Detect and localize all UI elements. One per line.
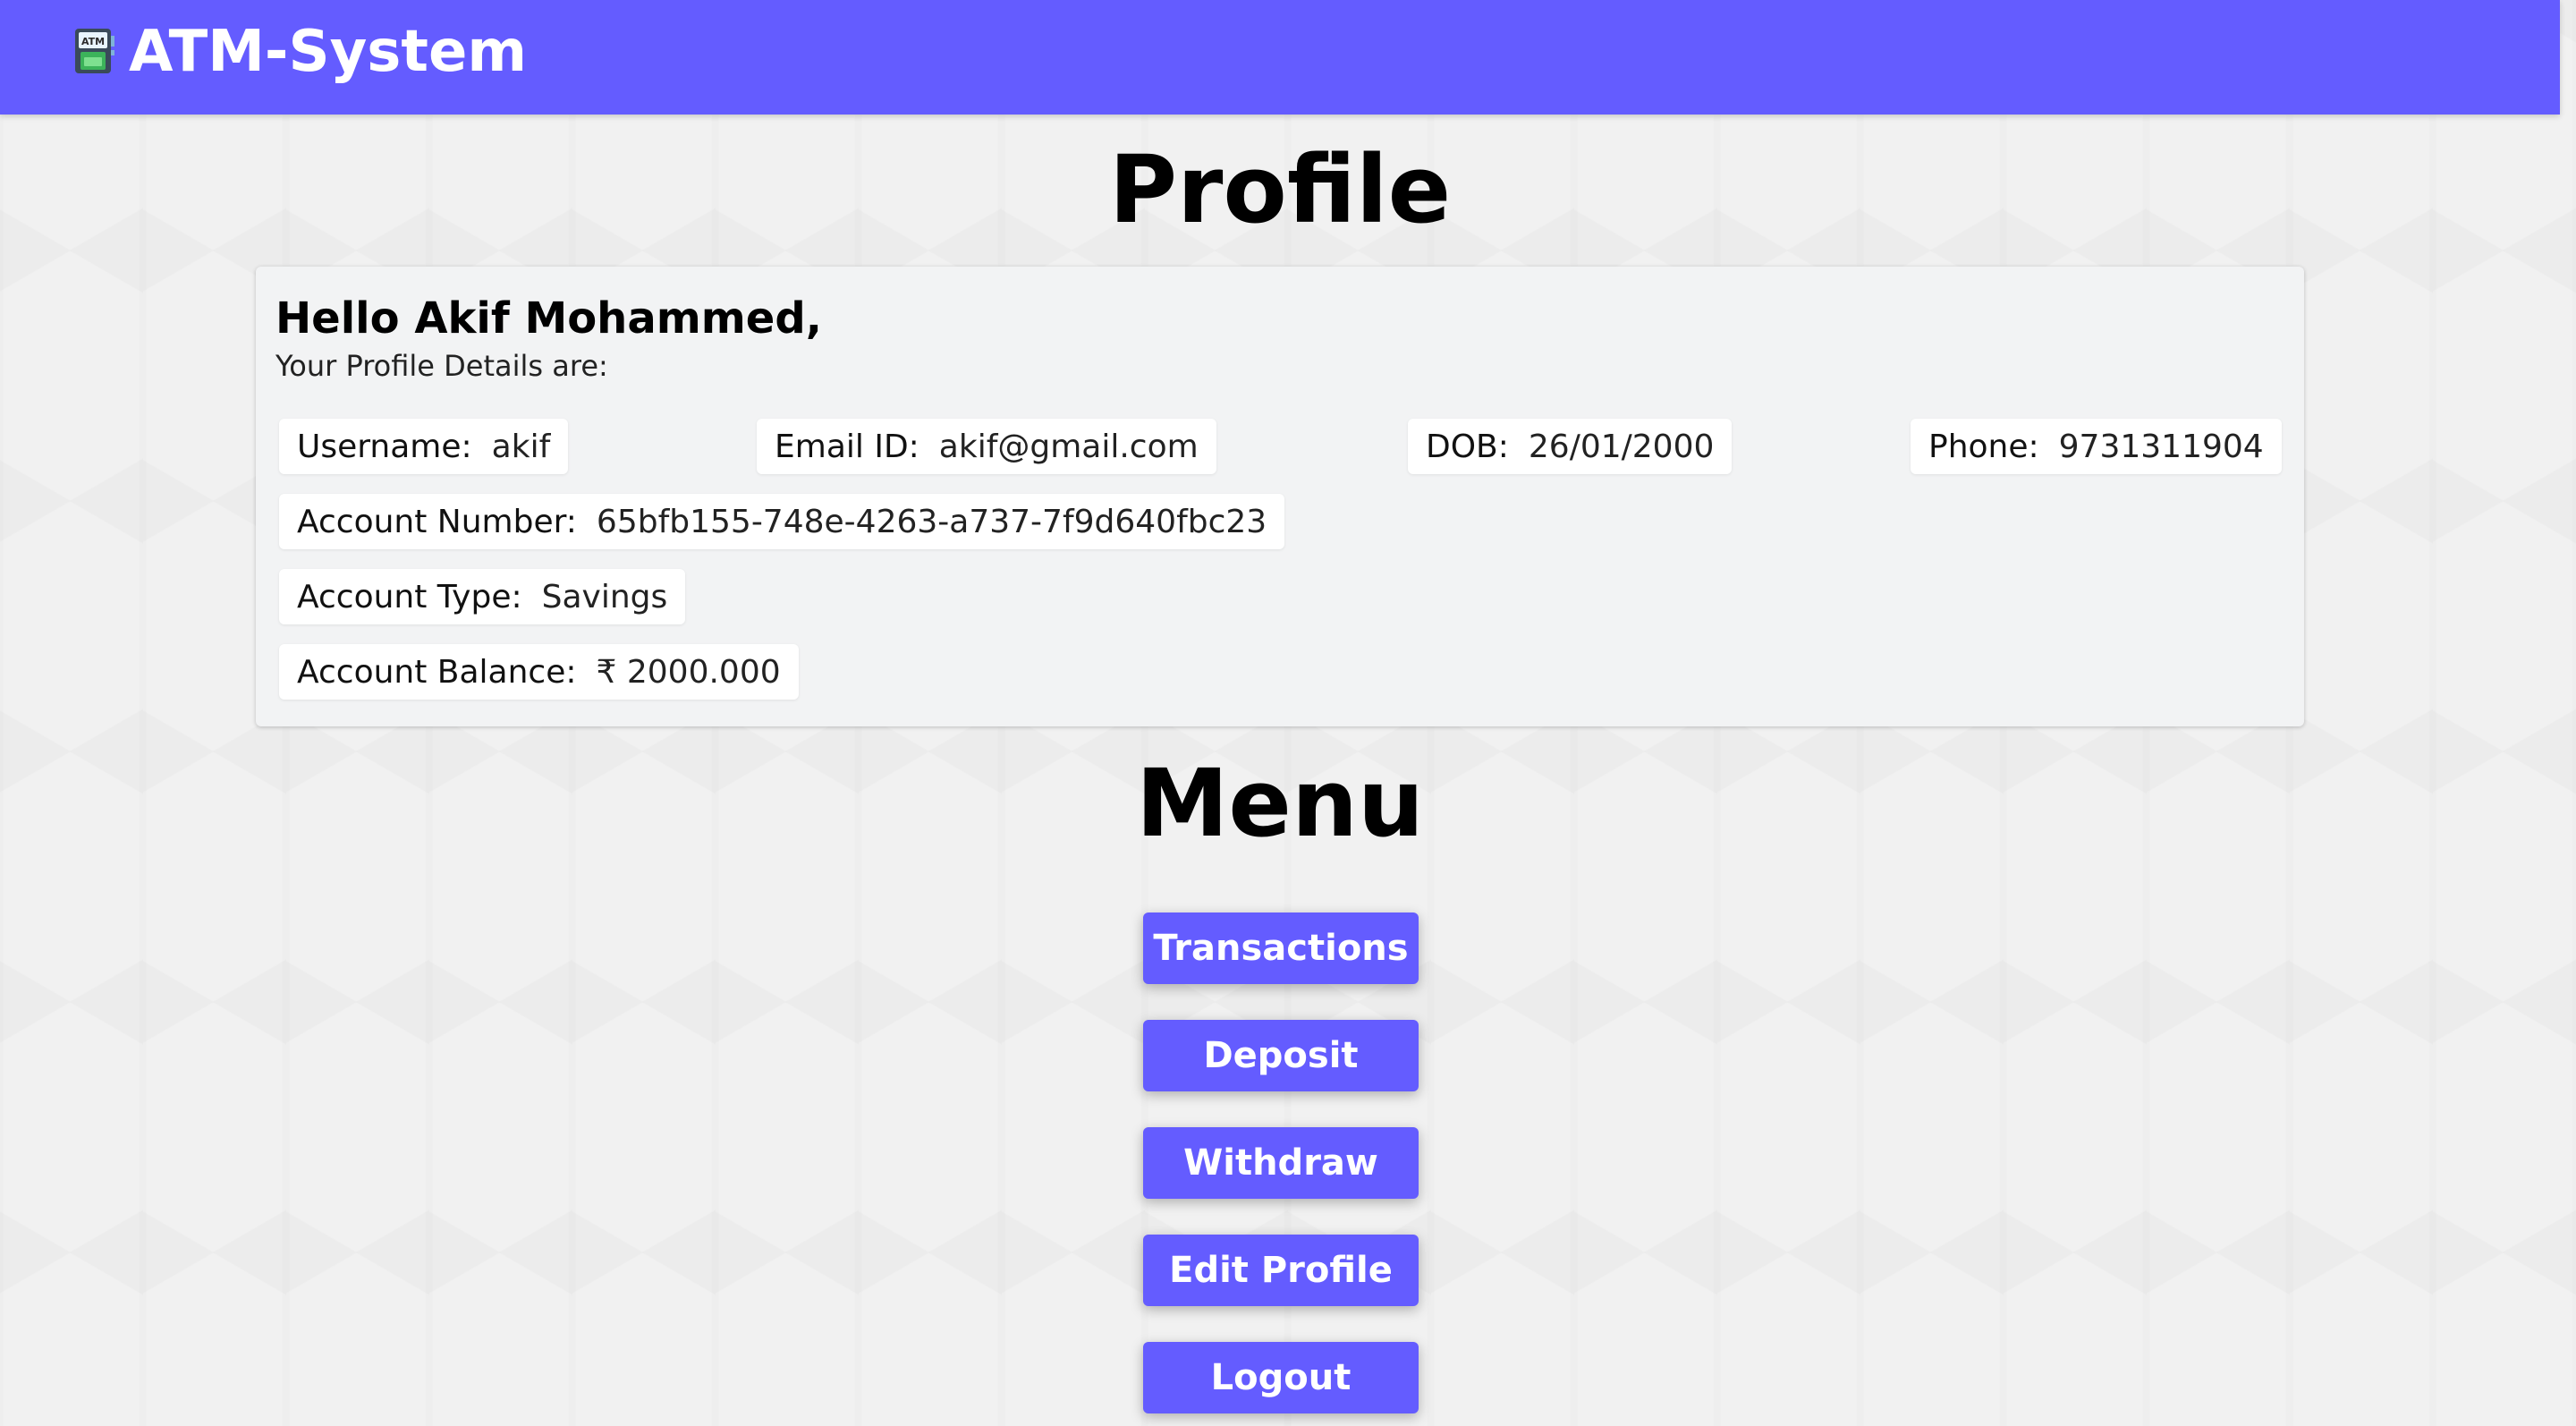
logout-button[interactable]: Logout xyxy=(1143,1342,1419,1413)
withdraw-button[interactable]: Withdraw xyxy=(1143,1127,1419,1199)
account-number-value: 65bfb155-748e-4263-a737-7f9d640fbc23 xyxy=(596,503,1267,540)
phone-label: Phone: xyxy=(1928,428,2039,465)
account-number-field: Account Number: 65bfb155-748e-4263-a737-… xyxy=(279,494,1285,549)
greeting: Hello Akif Mohammed, xyxy=(275,293,822,344)
email-value: akif@gmail.com xyxy=(938,428,1199,465)
account-balance-field: Account Balance: ₹ 2000.000 xyxy=(279,644,799,700)
username-value: akif xyxy=(491,428,551,465)
email-label: Email ID: xyxy=(775,428,919,465)
username-label: Username: xyxy=(297,428,472,465)
transactions-button[interactable]: Transactions xyxy=(1143,912,1419,984)
account-number-label: Account Number: xyxy=(297,503,577,540)
dob-label: DOB: xyxy=(1426,428,1509,465)
account-type-value: Savings xyxy=(541,578,668,615)
phone-value: 9731311904 xyxy=(2058,428,2264,465)
phone-field: Phone: 9731311904 xyxy=(1911,419,2282,474)
username-field: Username: akif xyxy=(279,419,569,474)
brand[interactable]: ATM ATM-System xyxy=(72,16,527,88)
menu-title: Menu xyxy=(1135,749,1425,858)
profile-subtitle: Your Profile Details are: xyxy=(275,349,608,383)
navbar: ATM ATM-System xyxy=(0,0,2560,115)
app-title: ATM-System xyxy=(129,19,528,85)
deposit-button[interactable]: Deposit xyxy=(1143,1020,1419,1091)
atm-icon-text: ATM xyxy=(81,36,105,47)
edit-profile-button[interactable]: Edit Profile xyxy=(1143,1235,1419,1306)
account-balance-value: ₹ 2000.000 xyxy=(596,653,781,691)
profile-card: Hello Akif Mohammed, Your Profile Detail… xyxy=(256,267,2304,726)
dob-field: DOB: 26/01/2000 xyxy=(1408,419,1733,474)
account-type-field: Account Type: Savings xyxy=(279,569,686,624)
email-field: Email ID: akif@gmail.com xyxy=(757,419,1216,474)
page-title: Profile xyxy=(1108,135,1452,244)
account-type-label: Account Type: xyxy=(297,578,522,615)
atm-machine-icon: ATM xyxy=(72,27,118,77)
account-balance-label: Account Balance: xyxy=(297,653,577,691)
dob-value: 26/01/2000 xyxy=(1528,428,1715,465)
